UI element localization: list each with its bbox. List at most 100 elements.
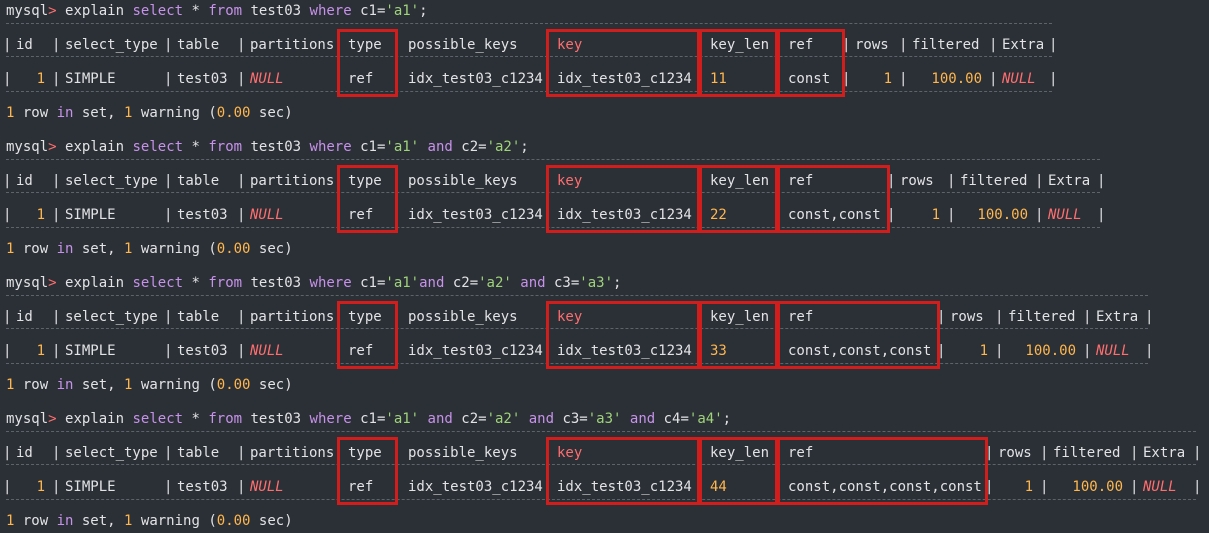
cell-table: test03 [177,343,228,359]
command-token: 'a3' [579,275,614,291]
command-token: ; [613,275,622,291]
table-border [6,91,1052,92]
column-separator: | [164,173,173,189]
command-token: test03 [242,139,310,155]
command-token: test03 [242,275,310,291]
command-token [520,411,528,427]
summary-token: row [14,105,57,121]
command-token: c1= [351,411,386,427]
column-separator: | [237,445,246,461]
cell-possible-keys: idx_test03_c1234 [408,479,543,495]
command-token: and [427,411,453,427]
cell-select-type: SIMPLE [65,479,116,495]
command-token: 'a4' [688,411,723,427]
command-token: from [208,411,243,427]
command-token: c2= [452,411,487,427]
column-separator: | [52,207,61,223]
column-separator: | [1193,445,1202,461]
command-token [621,411,629,427]
summary-token: set, [73,377,125,393]
header-rows: rows [998,445,1032,461]
command-token: select [124,139,184,155]
command-token: and [520,275,546,291]
summary-token: 0.00 [216,377,251,393]
command-token: 'a1' [385,411,420,427]
highlight-box-type [337,437,398,505]
summary-token: warning ( [132,513,217,529]
column-separator: | [1040,445,1049,461]
command-token: explain [65,139,125,155]
column-separator: | [989,37,998,53]
column-separator: | [3,445,12,461]
cell-id: 1 [36,71,45,87]
result-summary: 1 row in set, 1 warning (0.00 sec) [6,377,293,394]
column-separator: | [1049,37,1058,53]
command-token: c2= [452,139,487,155]
column-separator: | [1083,343,1092,359]
column-separator: | [947,207,956,223]
column-separator: | [3,71,12,87]
highlight-box-ref [777,29,845,97]
command-token: 'a3' [587,411,622,427]
cell-rows: 1 [1024,479,1033,495]
header-select-type: select_type [65,173,158,189]
command-token: c2= [444,275,479,291]
table-border [6,295,1148,296]
command-line: mysql> explain select * from test03 wher… [6,411,731,428]
header-Extra: Extra [1143,445,1186,461]
header-rows: rows [855,37,889,53]
result-summary: 1 row in set, 1 warning (0.00 sec) [6,105,293,122]
column-separator: | [1193,479,1202,495]
header-rows: rows [950,309,984,325]
cell-Extra: NULL [1002,71,1036,87]
command-token [419,411,427,427]
column-separator: | [1083,309,1092,325]
command-token [419,139,427,155]
column-separator: | [237,37,246,53]
command-token: and [427,139,453,155]
column-separator: | [1097,173,1106,189]
cell-filtered: 100.00 [931,71,982,87]
header-partitions: partitions [250,309,335,325]
table-border [6,159,1100,160]
highlight-box-ref [777,437,988,505]
command-token: 'a1' [385,275,420,291]
cell-rows: 1 [931,207,940,223]
command-token: * [183,3,209,19]
column-separator: | [995,343,1004,359]
command-token: * [183,411,209,427]
header-possible-keys: possible_keys [408,309,518,325]
command-token: test03 [242,411,310,427]
summary-token: row [14,513,57,529]
header-id: id [16,445,33,461]
command-token: 'a2' [486,139,521,155]
column-separator: | [1035,173,1044,189]
cell-rows: 1 [979,343,988,359]
command-token: test03 [242,3,310,19]
column-separator: | [237,71,246,87]
column-separator: | [3,309,12,325]
cell-partitions: NULL [250,207,284,223]
command-token: and [419,275,445,291]
prompt: mysql> [6,3,57,19]
cell-filtered: 100.00 [977,207,1028,223]
header-partitions: partitions [250,445,335,461]
column-separator: | [52,71,61,87]
cell-partitions: NULL [250,479,284,495]
highlight-box-key-len [699,301,778,369]
prompt-caret: > [48,411,57,427]
command-token: from [208,139,243,155]
header-filtered: filtered [960,173,1028,189]
header-select-type: select_type [65,309,158,325]
cell-select-type: SIMPLE [65,343,116,359]
cell-select-type: SIMPLE [65,71,116,87]
command-token: explain [65,411,125,427]
column-separator: | [1130,479,1139,495]
header-partitions: partitions [250,173,335,189]
result-summary: 1 row in set, 1 warning (0.00 sec) [6,241,293,258]
column-separator: | [164,37,173,53]
column-separator: | [1049,71,1058,87]
command-token: c4= [655,411,689,427]
cell-table: test03 [177,207,228,223]
cell-possible-keys: idx_test03_c1234 [408,343,543,359]
